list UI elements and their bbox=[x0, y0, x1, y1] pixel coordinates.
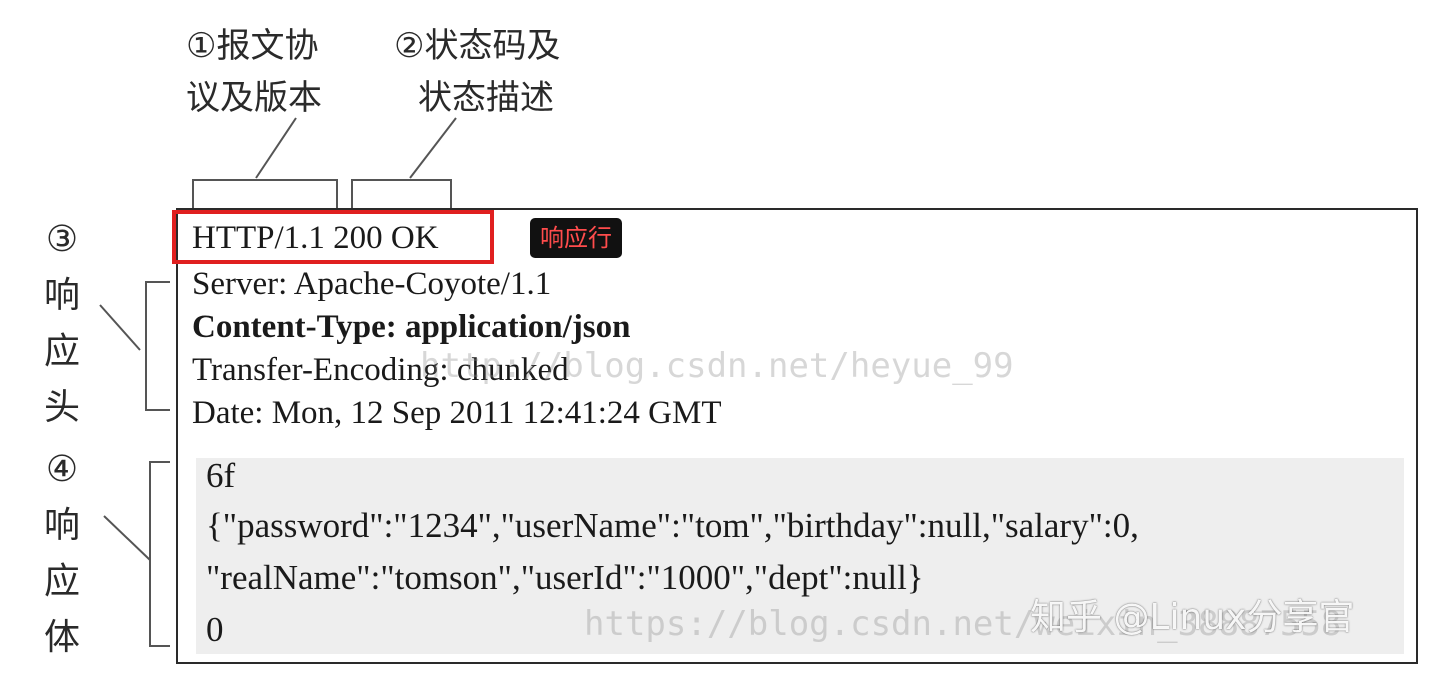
header-label-char1: 响 bbox=[43, 275, 80, 316]
body-bracket bbox=[149, 461, 170, 647]
header-leader bbox=[99, 304, 141, 351]
body-json-line1: {"password":"1234","userName":"tom","bir… bbox=[206, 506, 1139, 545]
status-line-highlight bbox=[172, 210, 494, 264]
status-leader bbox=[409, 117, 457, 179]
csdn-watermark-upper: http://blog.csdn.net/heyue_99 bbox=[420, 346, 1014, 386]
protocol-leader bbox=[255, 117, 297, 179]
body-label-char3: 体 bbox=[43, 617, 80, 658]
protocol-version-callout: ①报文协 议及版本 bbox=[186, 20, 322, 124]
zhihu-watermark: 知乎 @Linux分享官 bbox=[1030, 597, 1355, 638]
body-leader bbox=[103, 515, 151, 561]
response-header-label: ③ 响 应 头 bbox=[40, 212, 84, 436]
body-label-num: ④ bbox=[45, 449, 79, 490]
status-callout-line1: ②状态码及 bbox=[394, 26, 561, 66]
body-json-line2: "realName":"tomson","userId":"1000","dep… bbox=[206, 558, 924, 597]
header-content-type: Content-Type: application/json bbox=[192, 309, 631, 345]
protocol-callout-line1: ①报文协 bbox=[186, 26, 319, 66]
status-code-callout: ②状态码及 状态描述 bbox=[394, 20, 560, 124]
header-label-char3: 头 bbox=[43, 387, 80, 428]
header-server: Server: Apache-Coyote/1.1 bbox=[192, 266, 552, 302]
header-label-num: ③ bbox=[45, 219, 79, 260]
protocol-callout-line2: 议及版本 bbox=[186, 78, 322, 118]
response-line-tag: 响应行 bbox=[530, 218, 622, 258]
response-body-label: ④ 响 应 体 bbox=[40, 442, 84, 666]
body-chunk-size: 6f bbox=[206, 456, 236, 495]
header-bracket bbox=[145, 281, 170, 411]
protocol-bracket bbox=[192, 179, 338, 208]
header-label-char2: 应 bbox=[43, 331, 80, 372]
status-callout-line2: 状态描述 bbox=[418, 78, 554, 118]
body-label-char1: 响 bbox=[43, 505, 80, 546]
body-terminator: 0 bbox=[206, 610, 224, 649]
body-label-char2: 应 bbox=[43, 561, 80, 602]
header-date: Date: Mon, 12 Sep 2011 12:41:24 GMT bbox=[192, 395, 722, 431]
status-bracket bbox=[351, 179, 452, 208]
